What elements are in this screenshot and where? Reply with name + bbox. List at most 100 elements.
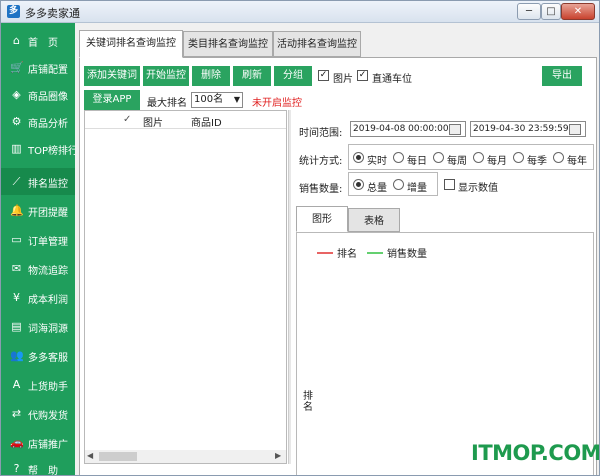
export-button[interactable]: 导出 [542,66,582,86]
monitor-status-text: 未开启监控 [252,98,302,109]
sidebar-item-label: 成本利润 [28,295,68,306]
image-checkbox[interactable]: ✓ [318,70,329,81]
sales-option-label: 总量 [367,183,387,194]
line-chart-icon: ⟋ [12,175,21,188]
tab-table[interactable]: 表格 [348,208,400,232]
mode-monthly-radio[interactable] [473,152,484,163]
car-icon: 🚗 [10,436,24,449]
chart-legend: 排名 销售数量 [317,247,427,260]
delete-button[interactable]: 删除 [192,66,230,86]
splitter[interactable] [288,110,291,464]
mode-quarterly-radio[interactable] [513,152,524,163]
chart-panel: 排名 销售数量 排名 [296,232,594,475]
tab-keyword-rank[interactable]: 关键词排名查询监控 [79,30,183,58]
mode-label: 每年 [567,156,587,167]
sidebar-item-product-analysis[interactable]: ⚙ 商品分析 [1,108,75,135]
stat-mode-group: 实时 每日 每周 每月 每季 每年 [348,144,594,170]
app-logo-icon: 多 [7,5,20,18]
sidebar-item-label: 店铺配置 [28,65,68,76]
sidebar-item-cost-profit[interactable]: ¥ 成本利润 [1,284,75,311]
grid-header-check[interactable]: ✓ [123,114,131,125]
max-rank-value: 100名 [194,94,224,105]
group-button[interactable]: 分组 [274,66,312,86]
direct-car-checkbox[interactable]: ✓ [357,70,368,81]
analysis-icon: ⚙ [11,115,22,128]
keyword-grid: ✓ 图片 商品ID ◀ ▶ [84,110,287,464]
sales-label: 销售数量: [299,184,343,195]
sidebar-item-product-image[interactable]: ◈ 商品圈像 [1,81,75,108]
tab-chart[interactable]: 图形 [296,206,348,232]
sidebar-item-label: 开团提醒 [28,208,68,219]
minimize-button[interactable]: ─ [517,3,541,20]
tab-category-rank[interactable]: 类目排名查询监控 [183,31,273,57]
sales-increment-radio[interactable] [393,179,404,190]
mode-daily-radio[interactable] [393,152,404,163]
sidebar-item-home[interactable]: ⌂ 首 页 [1,27,75,54]
mode-realtime-radio[interactable] [353,152,364,163]
mode-label: 每月 [487,156,507,167]
login-app-button[interactable]: 登录APP [84,90,140,110]
stat-mode-label: 统计方式: [299,156,343,167]
max-rank-select[interactable]: 100名 ▼ [191,92,243,108]
sidebar-item-customer-service[interactable]: 👥 多多客服 [1,342,75,369]
calendar-icon[interactable] [449,124,461,135]
mode-label: 实时 [367,156,387,167]
title-bar[interactable]: 多 多多卖家通 ─ □ ✕ [1,1,599,23]
sidebar-item-label: 物流追踪 [28,266,68,277]
app-window: 多 多多卖家通 ─ □ ✕ ⌂ 首 页 🛒 店铺配置 ◈ 商品圈像 ⚙ 商品分析 ▥ TO… [0,0,600,476]
sidebar-item-label: 排名监控 [28,179,68,190]
close-button[interactable]: ✕ [561,3,595,20]
tab-panel: 添加关键词 开始监控 删除 刷新 分组 ✓ 图片 ✓ 直通车位 导出 登录APP… [79,57,597,475]
maximize-button[interactable]: □ [541,3,561,20]
add-keyword-button[interactable]: 添加关键词 [84,66,140,86]
sidebar-item-label: 帮 助 [28,466,58,476]
mode-weekly-radio[interactable] [433,152,444,163]
sidebar-item-label: 上货助手 [28,382,68,393]
sidebar-item-listing-helper[interactable]: A 上货助手 [1,371,75,398]
sidebar-item-top-ranking[interactable]: ▥ TOP榜排行 [1,135,78,162]
image-checkbox-label: 图片 [333,74,353,85]
sales-total-radio[interactable] [353,179,364,190]
refresh-button[interactable]: 刷新 [233,66,271,86]
scroll-right-icon[interactable]: ▶ [275,451,281,460]
sidebar-item-orders[interactable]: ▭ 订单管理 [1,226,75,253]
show-values-checkbox[interactable] [444,179,455,190]
sidebar-item-promotion[interactable]: 🚗 店铺推广 [1,429,75,456]
scroll-left-icon[interactable]: ◀ [87,451,93,460]
sidebar-item-shop-config[interactable]: 🛒 店铺配置 [1,54,75,81]
home-icon: ⌂ [13,34,20,47]
users-icon: 👥 [10,349,24,362]
sidebar-item-logistics[interactable]: ✉ 物流追踪 [1,255,75,282]
horizontal-scrollbar[interactable]: ◀ ▶ [85,450,286,463]
window-title: 多多卖家通 [25,7,80,20]
watermark-text: ITMOP.COM [471,441,600,465]
start-time-value: 2019-04-08 00:00:00 [353,124,449,134]
legend-label-0: 排名 [337,247,357,260]
sidebar-item-label: 订单管理 [28,237,68,248]
start-time-input[interactable]: 2019-04-08 00:00:00 [350,121,466,137]
sidebar-item-dropship[interactable]: ⇄ 代购发货 [1,400,75,427]
sales-option-label: 增量 [407,183,427,194]
chevron-down-icon: ▼ [233,95,240,104]
sidebar-item-label: 多多客服 [28,353,68,364]
grid-header-product-id[interactable]: 商品ID [191,114,222,129]
sidebar-item-group-reminder[interactable]: 🔔 开团提醒 [1,197,75,224]
sidebar-item-keywords[interactable]: ▤ 词海洞源 [1,313,75,340]
sales-group: 总量 增量 [348,172,438,196]
tab-activity-rank[interactable]: 活动排名查询监控 [273,31,361,57]
max-rank-label: 最大排名 [147,98,187,109]
calendar-icon[interactable] [569,124,581,135]
grid-header-image[interactable]: 图片 [143,114,163,129]
sidebar-item-rank-monitor[interactable]: ⟋ 排名监控 [1,168,75,195]
folder-icon: ▭ [11,233,22,246]
mode-yearly-radio[interactable] [553,152,564,163]
mode-label: 每日 [407,156,427,167]
book-icon: ▤ [11,320,22,333]
sidebar-item-label: 代购发货 [28,411,68,422]
sidebar-item-help[interactable]: ? 帮 助 [1,455,75,476]
scroll-thumb[interactable] [99,452,137,461]
font-icon: A [12,378,21,391]
end-time-input[interactable]: 2019-04-30 23:59:59 [470,121,586,137]
help-icon: ? [13,462,20,475]
start-monitor-button[interactable]: 开始监控 [143,66,189,86]
